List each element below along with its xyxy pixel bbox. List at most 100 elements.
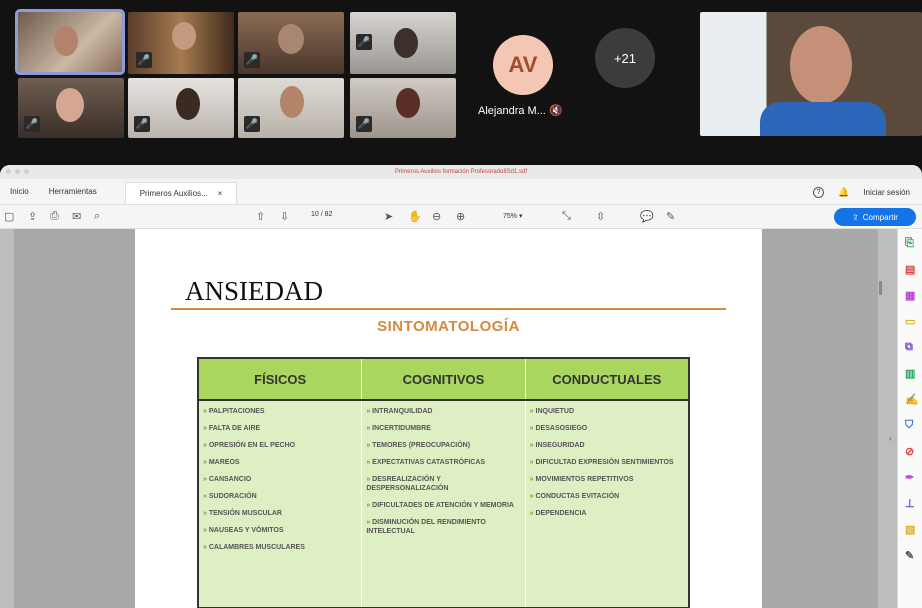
redact-icon[interactable]: ⊘: [905, 445, 914, 458]
list-item: INTRANQUILIDAD: [366, 407, 520, 416]
mic-muted-icon: 🎤: [136, 52, 152, 68]
edit-pdf-icon[interactable]: ▥: [905, 367, 915, 380]
new-file-icon[interactable]: ▢: [4, 210, 14, 223]
header-conductuales: CONDUCTUALES: [552, 371, 662, 387]
export-pdf-icon[interactable]: ⎘: [905, 237, 914, 250]
mail-icon[interactable]: ✉: [72, 210, 81, 223]
combine-files-icon[interactable]: ⧉: [905, 341, 913, 354]
pdf-page: ANSIEDAD SINTOMATOLOGÍA FÍSICOS COGNITIV…: [135, 229, 762, 608]
table-header: FÍSICOS COGNITIVOS CONDUCTUALES: [199, 359, 688, 401]
acrobat-window: Primeros Auxilios formación Profesorado8…: [0, 165, 922, 608]
participant-tile-3[interactable]: 🎤: [238, 12, 344, 74]
scroll-mode-icon[interactable]: ⇳: [596, 210, 605, 223]
fit-page-icon[interactable]: ⤡: [562, 210, 571, 223]
page-indicator[interactable]: 10 / 82: [311, 211, 332, 218]
column-fisicos: PALPITACIONES FALTA DE AIRE OPRESIÓN EN …: [199, 401, 363, 607]
list-item: FALTA DE AIRE: [203, 424, 357, 433]
fill-sign-icon[interactable]: ✍: [905, 393, 919, 406]
participant-tile-5[interactable]: 🎤: [18, 78, 124, 138]
print-icon[interactable]: ⎙: [50, 210, 59, 223]
list-item: INSEGURIDAD: [530, 441, 684, 450]
upload-icon[interactable]: ⇪: [28, 210, 37, 223]
comment-tool-icon[interactable]: ▭: [905, 315, 915, 328]
menu-home[interactable]: Inicio: [0, 187, 39, 196]
mic-muted-icon: 🎤: [244, 116, 260, 132]
participant-name: Alejandra M... 🔇: [478, 105, 563, 117]
list-item: TEMORES (PREOCUPACIÓN): [366, 441, 520, 450]
more-participants-button[interactable]: +21: [595, 28, 655, 88]
window-title: Primeros Auxilios formación Profesorado8…: [394, 169, 528, 175]
list-item: MOVIMIENTOS REPETITIVOS: [530, 475, 684, 484]
column-conductuales: INQUIETUD DESASOSIEGO INSEGURIDAD DIFICU…: [526, 401, 688, 607]
list-item: CALAMBRES MUSCULARES: [203, 543, 357, 552]
zoom-in-icon[interactable]: ⊕: [456, 210, 465, 223]
page-up-icon[interactable]: ⇧: [256, 210, 265, 223]
document-tab[interactable]: Primeros Auxilios... ×: [124, 182, 238, 204]
bell-icon[interactable]: 🔔: [838, 187, 849, 198]
list-item: NAUSEAS Y VÓMITOS: [203, 526, 357, 535]
participant-tile-2[interactable]: 🎤: [128, 12, 234, 74]
page-title: ANSIEDAD: [185, 276, 323, 306]
sign-icon[interactable]: ✒: [905, 471, 914, 484]
share-icon: ⇪: [852, 212, 859, 222]
list-item: EXPECTATIVAS CATASTRÓFICAS: [366, 458, 520, 467]
create-pdf-icon[interactable]: ▤: [905, 263, 915, 276]
column-cognitivos: INTRANQUILIDAD INCERTIDUMBRE TEMORES (PR…: [362, 401, 526, 607]
menu-bar: Inicio Herramientas Primeros Auxilios...…: [0, 179, 922, 205]
zoom-out-icon[interactable]: ⊖: [432, 210, 441, 223]
hand-tool-icon[interactable]: ✋: [408, 210, 422, 223]
list-item: OPRESIÓN EN EL PECHO: [203, 441, 357, 450]
participant-avatar[interactable]: AV: [493, 35, 553, 95]
comment-icon[interactable]: 💬: [640, 210, 654, 223]
window-controls[interactable]: [6, 169, 29, 174]
protect-icon[interactable]: ⛉: [905, 419, 913, 432]
list-item: DESREALIZACIÓN Y DESPERSONALIZACIÓN: [366, 475, 520, 493]
pen-icon[interactable]: ✎: [666, 210, 675, 223]
mic-muted-icon: 🎤: [24, 116, 40, 132]
share-button[interactable]: ⇪ Compartir: [834, 208, 916, 226]
viewer-margin-right: [762, 229, 878, 608]
participant-tile-1[interactable]: [15, 9, 125, 75]
header-fisicos: FÍSICOS: [199, 359, 363, 399]
list-item: TENSIÓN MUSCULAR: [203, 509, 357, 518]
zoom-select[interactable]: 75% ▾: [503, 212, 522, 220]
select-cursor-icon[interactable]: ➤: [384, 210, 393, 223]
collapse-panel-icon[interactable]: ‹: [889, 434, 892, 443]
list-item: DEPENDENCIA: [530, 509, 684, 518]
list-item: DIFICULTADES DE ATENCIÓN Y MEMORIA: [366, 501, 520, 510]
list-item: CANSANCIO: [203, 475, 357, 484]
list-item: PALPITACIONES: [203, 407, 357, 416]
participant-tile-6[interactable]: 🎤: [128, 78, 234, 138]
close-tab-icon[interactable]: ×: [218, 189, 223, 198]
toolbar: ▢ ⇪ ⎙ ✉ ⌕ ⇧ ⇩ 10 / 82 ➤ ✋ ⊖ ⊕ 75% ▾ ⤡ ⇳ …: [0, 205, 922, 229]
title-rule: [171, 308, 726, 310]
scan-icon[interactable]: ▧: [905, 523, 915, 536]
menu-tools[interactable]: Herramientas: [39, 187, 107, 196]
mic-muted-icon: 🎤: [244, 52, 260, 68]
mic-muted-icon: 🎤: [356, 116, 372, 132]
measure-icon[interactable]: ⊥: [905, 497, 915, 510]
mic-muted-icon: 🔇: [548, 105, 563, 117]
symptoms-table: FÍSICOS COGNITIVOS CONDUCTUALES PALPITAC…: [197, 357, 690, 608]
list-item: INCERTIDUMBRE: [366, 424, 520, 433]
page-down-icon[interactable]: ⇩: [280, 210, 289, 223]
video-call-strip: 🎤 🎤 🎤 🎤 🎤 🎤 🎤 AV Alejandra M... 🔇 +21: [0, 0, 922, 160]
viewer-margin-left: [14, 229, 135, 608]
participant-tile-4[interactable]: 🎤: [350, 12, 456, 74]
help-icon[interactable]: ?: [813, 186, 825, 198]
scrollbar-thumb[interactable]: [879, 281, 882, 295]
tools-rail: ⎘ ▤ ▦ ▭ ⧉ ▥ ✍ ⛉ ⊘ ✒ ⊥ ▧ ✎: [897, 229, 922, 608]
search-icon[interactable]: ⌕: [94, 210, 100, 223]
header-cognitivos: COGNITIVOS: [362, 359, 526, 399]
mic-muted-icon: 🎤: [356, 34, 372, 50]
document-tab-label: Primeros Auxilios...: [139, 189, 208, 198]
speaker-tile[interactable]: [700, 12, 922, 136]
window-titlebar: Primeros Auxilios formación Profesorado8…: [0, 165, 922, 179]
signin-link[interactable]: Iniciar sesión: [863, 188, 910, 197]
more-tools-icon[interactable]: ✎: [905, 549, 914, 562]
participant-tile-7[interactable]: 🎤: [238, 78, 344, 138]
participant-tile-8[interactable]: 🎤: [350, 78, 456, 138]
list-item: DISMINUCIÓN DEL RENDIMIENTO INTELECTUAL: [366, 518, 520, 536]
document-viewer: ANSIEDAD SINTOMATOLOGÍA FÍSICOS COGNITIV…: [0, 229, 922, 608]
organize-pages-icon[interactable]: ▦: [905, 289, 915, 302]
